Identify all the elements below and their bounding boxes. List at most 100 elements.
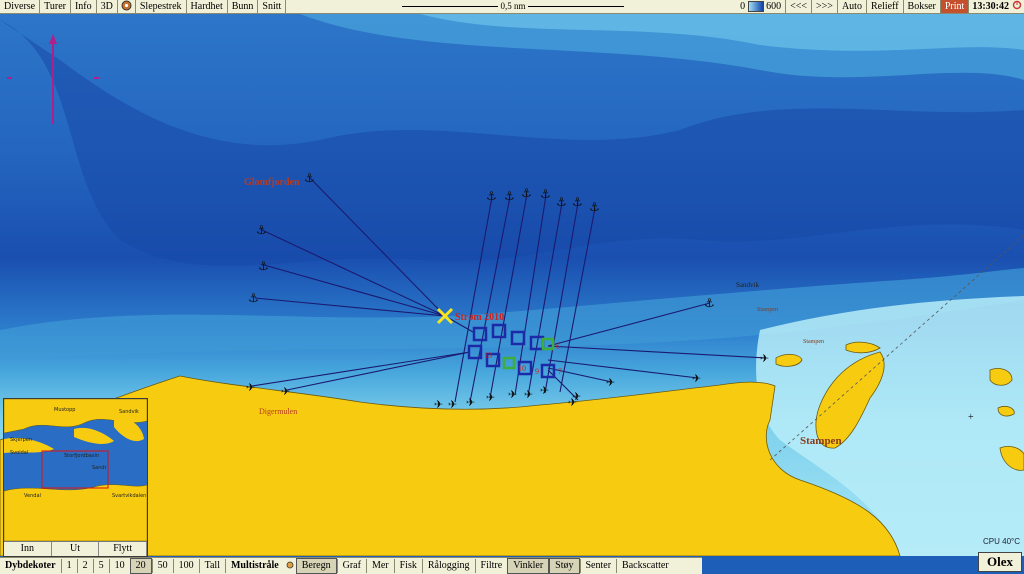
tool-fisk[interactable]: Fisk xyxy=(393,559,422,573)
nautical-chart[interactable]: ⚓⚓⚓ ⚓⚓ ⚓ ⚓ ⚓⚓ ⚓ ⚓⚓ ✈ ✈✈ ✈ ✈ ✈ ✈ ✈ ✈ ✈✈ ✈ ✈✈ Strøm… xyxy=(0,14,1024,556)
tool-vinkler[interactable]: Vinkler xyxy=(507,558,550,574)
inset-label: Sandi xyxy=(92,465,106,471)
inset-label: Vendal xyxy=(24,493,41,499)
svg-text:⚓: ⚓ xyxy=(256,223,267,237)
svg-text:✈: ✈ xyxy=(466,396,475,409)
svg-text:⚓: ⚓ xyxy=(540,187,551,201)
marker-label: 13 xyxy=(484,351,492,360)
land-islet-4 xyxy=(997,406,1015,417)
place-stampen-2: Stampen xyxy=(803,339,824,345)
menu-turer[interactable]: Turer xyxy=(40,0,71,13)
crosshair-icon[interactable]: + xyxy=(968,412,974,423)
cpu-temperature: CPU 40°C xyxy=(983,537,1020,546)
bokser-button[interactable]: Bokser xyxy=(904,0,941,13)
tool-ralogging[interactable]: Rålogging xyxy=(421,559,475,573)
tool-filtre[interactable]: Filtre xyxy=(474,559,508,573)
svg-text:✈: ✈ xyxy=(246,381,255,394)
inset-label: Mustopp xyxy=(54,407,75,413)
top-toolbar: Diverse Turer Info 3D Slepestrek Hardhet… xyxy=(0,0,1024,14)
multibeam-toggle-icon[interactable] xyxy=(286,561,294,572)
svg-text:✈: ✈ xyxy=(692,372,701,385)
nav-back-button[interactable]: <<< xyxy=(785,0,813,13)
marker-label: 9 xyxy=(535,367,539,376)
depth-contours-label: Dybdekoter xyxy=(5,560,56,571)
svg-text:✈: ✈ xyxy=(540,384,549,397)
inset-label: Sandvik xyxy=(119,409,139,415)
zoom-in-button[interactable]: Inn xyxy=(4,542,52,556)
annotation-strom: Strøm 2010 xyxy=(455,312,504,323)
svg-text:⚓: ⚓ xyxy=(304,171,315,185)
marker-label: 7 xyxy=(558,367,562,376)
inset-label: Svartvikdalen xyxy=(112,493,146,499)
overview-controls: Inn Ut Flytt xyxy=(4,541,148,556)
svg-text:⚓: ⚓ xyxy=(572,195,583,209)
depth-min: 0 xyxy=(740,1,746,12)
svg-text:⚓: ⚓ xyxy=(704,296,715,310)
clock: 13:30:42 xyxy=(972,1,1009,12)
alarm-icon[interactable] xyxy=(1012,0,1024,13)
inset-label: Storfjordbasin xyxy=(64,453,99,459)
depth-option-10[interactable]: 10 xyxy=(108,559,130,573)
svg-text:⚓: ⚓ xyxy=(258,259,269,273)
depth-option-1[interactable]: 1 xyxy=(60,559,77,573)
marker-label: 6 xyxy=(556,342,560,351)
svg-text:⚓: ⚓ xyxy=(521,186,532,200)
svg-text:⚓: ⚓ xyxy=(589,200,600,214)
place-stampen: Stampen xyxy=(800,435,842,447)
menu-slepestrek[interactable]: Slepestrek xyxy=(136,0,187,13)
marker-label: 10 xyxy=(518,364,526,373)
menu-snitt[interactable]: Snitt xyxy=(258,0,287,13)
place-sandvik: Sandvik xyxy=(736,281,759,289)
svg-text:✈: ✈ xyxy=(572,390,581,403)
depth-option-20[interactable]: 20 xyxy=(129,558,152,574)
svg-text:✈: ✈ xyxy=(760,352,769,365)
svg-text:✈: ✈ xyxy=(606,376,615,389)
menu-bunn[interactable]: Bunn xyxy=(228,0,259,13)
tool-senter[interactable]: Senter xyxy=(579,559,617,573)
svg-text:✈: ✈ xyxy=(508,388,517,401)
svg-text:✈: ✈ xyxy=(524,388,533,401)
olex-logo-button[interactable]: Olex xyxy=(978,552,1022,572)
menu-info[interactable]: Info xyxy=(71,0,97,13)
multibeam-label: Multistråle xyxy=(224,559,284,573)
depth-option-50[interactable]: 50 xyxy=(151,559,173,573)
depth-option-5[interactable]: 5 xyxy=(92,559,109,573)
inset-label: Svoldal xyxy=(10,450,28,456)
menu-diverse[interactable]: Diverse xyxy=(0,0,41,13)
scale-bar: 0,5 nm xyxy=(402,0,624,13)
place-stampen-small: Stampen xyxy=(757,307,778,313)
depth-max: 600 xyxy=(766,1,782,12)
menu-hardhet[interactable]: Hardhet xyxy=(187,0,228,13)
place-digermulen: Digermulen xyxy=(259,407,297,416)
relieff-button[interactable]: Relieff xyxy=(867,0,904,13)
svg-text:✈: ✈ xyxy=(281,385,290,398)
place-glomfjorden: Glomfjorden xyxy=(244,177,300,188)
overview-map-image[interactable]: Mustopp Skjerpen Svoldal Sandvik Storfjo… xyxy=(3,398,148,542)
bottom-toolbar: Dybdekoter 1 2 5 10 20 50 100 Tall Multi… xyxy=(0,557,702,574)
svg-text:✈: ✈ xyxy=(486,391,495,404)
svg-text:⚓: ⚓ xyxy=(504,189,515,203)
tool-stoy[interactable]: Støy xyxy=(549,558,580,574)
menu-3d[interactable]: 3D xyxy=(97,0,118,13)
svg-text:✈: ✈ xyxy=(448,398,457,411)
right-controls: 0 600 <<< >>> Auto Relieff Bokser Print … xyxy=(739,0,1024,13)
tool-backscatter[interactable]: Backscatter xyxy=(616,559,674,573)
nav-forward-button[interactable]: >>> xyxy=(812,0,838,13)
depth-option-tall[interactable]: Tall xyxy=(198,559,225,573)
tool-mer[interactable]: Mer xyxy=(365,559,394,573)
svg-text:✈: ✈ xyxy=(434,398,443,411)
tool-beregn[interactable]: Beregn xyxy=(295,558,337,574)
print-button[interactable]: Print xyxy=(940,0,970,13)
compass-icon[interactable] xyxy=(118,0,136,13)
tool-graf[interactable]: Graf xyxy=(336,559,366,573)
svg-text:⚓: ⚓ xyxy=(248,291,259,305)
depth-option-2[interactable]: 2 xyxy=(76,559,93,573)
zoom-out-button[interactable]: Ut xyxy=(52,542,100,556)
depth-option-100[interactable]: 100 xyxy=(172,559,199,573)
overview-map[interactable]: Mustopp Skjerpen Svoldal Sandvik Storfjo… xyxy=(3,398,148,557)
depth-gradient[interactable] xyxy=(748,1,765,12)
svg-text:⚓: ⚓ xyxy=(556,195,567,209)
inset-label: Skjerpen xyxy=(10,437,32,443)
move-button[interactable]: Flytt xyxy=(99,542,148,556)
auto-button[interactable]: Auto xyxy=(838,0,867,13)
